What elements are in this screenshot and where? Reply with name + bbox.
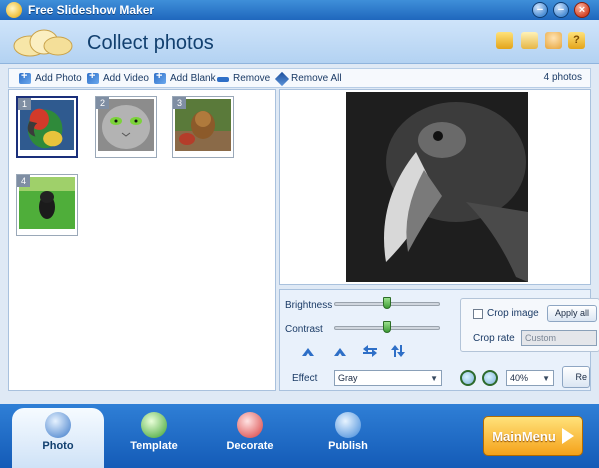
remove-button[interactable]: Remove <box>217 71 270 86</box>
tab-photo[interactable]: Photo <box>12 408 104 468</box>
crop-rate-select[interactable]: Custom <box>521 330 597 346</box>
zoom-in-icon[interactable] <box>460 370 476 386</box>
chevron-down-icon: ▼ <box>430 374 438 383</box>
rotate-right-icon[interactable] <box>332 344 348 358</box>
thumbnail-item[interactable]: 1 <box>16 96 78 158</box>
reset-button[interactable]: Re <box>562 366 590 388</box>
remove-all-label: Remove All <box>291 73 342 84</box>
window-title: Free Slideshow Maker <box>28 3 155 17</box>
photo-count: 4 photos <box>543 72 582 83</box>
flip-horizontal-icon[interactable] <box>362 344 378 358</box>
contrast-slider-thumb[interactable] <box>383 321 391 333</box>
thumbnail-number: 1 <box>18 98 31 110</box>
add-video-label: Add Video <box>103 73 149 84</box>
photo-toolbar: Add Photo Add Video Add Blank Remove Rem… <box>8 68 591 88</box>
tab-photo-label: Photo <box>42 440 74 452</box>
decorate-tab-icon <box>237 412 263 438</box>
add-photo-label: Add Photo <box>35 73 82 84</box>
add-blank-button[interactable]: Add Blank <box>154 70 216 86</box>
crop-settings-box: Crop image Apply all Crop rate Custom <box>460 298 599 352</box>
publish-tab-icon <box>335 412 361 438</box>
thumbnail-number: 3 <box>173 97 186 109</box>
tab-decorate-label: Decorate <box>226 440 274 452</box>
add-video-icon <box>87 70 99 84</box>
rotate-left-icon[interactable] <box>300 344 316 358</box>
crop-rate-value: Custom <box>525 333 557 343</box>
brightness-slider-thumb[interactable] <box>383 297 391 309</box>
folder-icon[interactable] <box>496 32 513 49</box>
help-icon[interactable]: ? <box>568 32 585 49</box>
thumbnail-item[interactable]: 2 <box>95 96 157 158</box>
remove-label: Remove <box>233 73 271 84</box>
arrow-right-icon <box>561 428 574 444</box>
section-header: Collect photos ? <box>0 20 599 64</box>
title-bar: Free Slideshow Maker − − × <box>0 0 599 20</box>
tab-decorate[interactable]: Decorate <box>204 408 296 456</box>
controls-panel: Brightness Contrast Effect Gray ▼ Crop i… <box>279 289 599 391</box>
remove-all-icon <box>274 71 290 86</box>
main-menu-button[interactable]: MainMenu <box>483 416 583 456</box>
photo-tab-icon <box>45 412 71 438</box>
app-logo-icon <box>6 2 22 18</box>
effect-label: Effect <box>292 373 318 384</box>
thumbnail-item[interactable]: 4 <box>16 174 78 236</box>
tab-publish[interactable]: Publish <box>302 408 394 456</box>
effect-select[interactable]: Gray ▼ <box>334 370 442 386</box>
zoom-value: 40% <box>510 373 529 383</box>
add-video-button[interactable]: Add Video <box>87 70 149 86</box>
zoom-out-icon[interactable] <box>482 370 498 386</box>
brightness-label: Brightness <box>285 300 333 311</box>
user-icon[interactable] <box>545 32 562 49</box>
page-title: Collect photos <box>87 32 214 54</box>
reset-label: Re <box>575 372 587 382</box>
crop-rate-label: Crop rate <box>473 333 515 344</box>
preview-panel <box>279 89 591 285</box>
thumbnail-number: 4 <box>17 175 30 187</box>
thumbnail-number: 2 <box>96 97 109 109</box>
flip-vertical-icon[interactable] <box>390 344 406 358</box>
remove-all-button[interactable]: Remove All <box>274 71 342 86</box>
contrast-label: Contrast <box>285 324 323 335</box>
add-photo-icon <box>19 70 31 84</box>
help-window-icon[interactable]: − <box>532 2 548 18</box>
close-button[interactable]: × <box>574 2 590 18</box>
preview-image <box>346 92 528 282</box>
crop-image-checkbox[interactable] <box>473 309 483 319</box>
document-icon[interactable] <box>521 32 538 49</box>
thumbnail-list: 1 2 3 4 <box>8 89 276 391</box>
effect-value: Gray <box>338 373 358 383</box>
zoom-select[interactable]: 40% ▼ <box>506 370 554 386</box>
crop-image-label: Crop image <box>487 308 539 319</box>
template-tab-icon <box>141 412 167 438</box>
add-blank-label: Add Blank <box>170 73 216 84</box>
apply-all-button[interactable]: Apply all <box>547 305 597 322</box>
tab-template-label: Template <box>130 440 178 452</box>
minimize-button[interactable]: − <box>553 2 569 18</box>
tab-template[interactable]: Template <box>108 408 200 456</box>
add-photo-button[interactable]: Add Photo <box>19 70 82 86</box>
add-blank-icon <box>154 70 166 84</box>
main-menu-label: MainMenu <box>492 428 556 444</box>
tab-publish-label: Publish <box>328 440 368 452</box>
photos-fan-icon <box>13 29 73 57</box>
remove-icon <box>217 76 229 82</box>
chevron-down-icon: ▼ <box>542 374 550 383</box>
thumbnail-item[interactable]: 3 <box>172 96 234 158</box>
